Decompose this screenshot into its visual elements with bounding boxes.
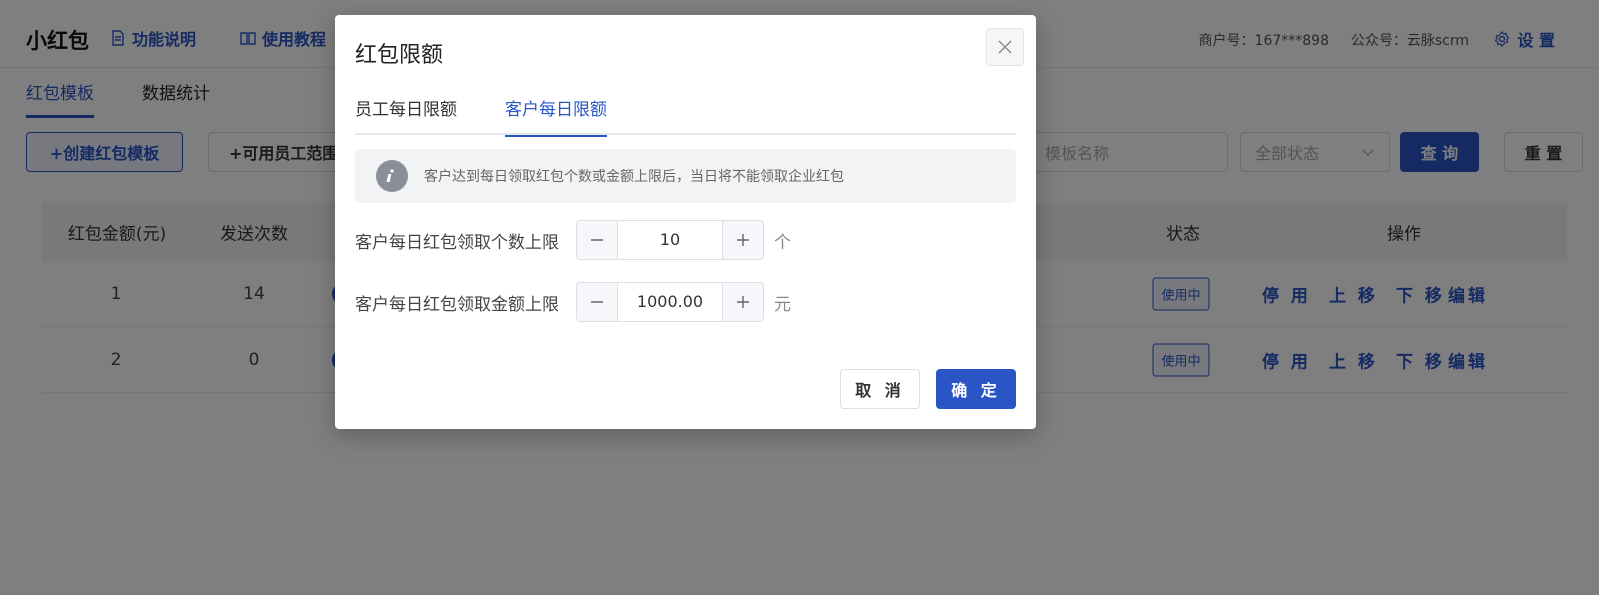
dialog-footer: 取 消 确 定 (840, 369, 1016, 409)
count-increase-button[interactable] (722, 221, 763, 259)
tab-customer-daily-limit[interactable]: 客户每日限额 (505, 93, 607, 137)
amount-limit-stepper: 1000.00 (576, 282, 764, 322)
info-notice: 客户达到每日领取红包个数或金额上限后，当日将不能领取企业红包 (355, 149, 1016, 203)
count-decrease-button[interactable] (577, 221, 618, 259)
close-button[interactable] (986, 28, 1024, 66)
count-limit-label: 客户每日红包领取个数上限 (355, 232, 559, 253)
count-unit: 个 (774, 232, 791, 253)
minus-icon (591, 239, 603, 241)
limit-dialog: 红包限额 员工每日限额 客户每日限额 客户达到每日领取红包个数或金额上限后，当日… (335, 15, 1036, 429)
dialog-title: 红包限额 (355, 43, 444, 68)
dialog-tabs: 员工每日限额 客户每日限额 (355, 93, 1016, 137)
close-icon (998, 40, 1012, 54)
tab-employee-daily-limit[interactable]: 员工每日限额 (355, 93, 457, 135)
count-limit-input[interactable]: 10 (618, 221, 722, 259)
plus-icon (737, 234, 749, 246)
plus-icon (737, 296, 749, 308)
amount-limit-row: 客户每日红包领取金额上限 1000.00 元 (355, 282, 1016, 322)
confirm-button[interactable]: 确 定 (936, 369, 1016, 409)
amount-increase-button[interactable] (722, 283, 763, 321)
amount-decrease-button[interactable] (577, 283, 618, 321)
cancel-button[interactable]: 取 消 (840, 369, 920, 409)
count-limit-row: 客户每日红包领取个数上限 10 个 (355, 220, 1016, 260)
info-icon (376, 160, 408, 192)
notice-text: 客户达到每日领取红包个数或金额上限后，当日将不能领取企业红包 (424, 169, 844, 185)
amount-limit-label: 客户每日红包领取金额上限 (355, 294, 559, 315)
minus-icon (591, 301, 603, 303)
amount-limit-input[interactable]: 1000.00 (618, 283, 722, 321)
count-limit-stepper: 10 (576, 220, 764, 260)
amount-unit: 元 (774, 294, 791, 315)
